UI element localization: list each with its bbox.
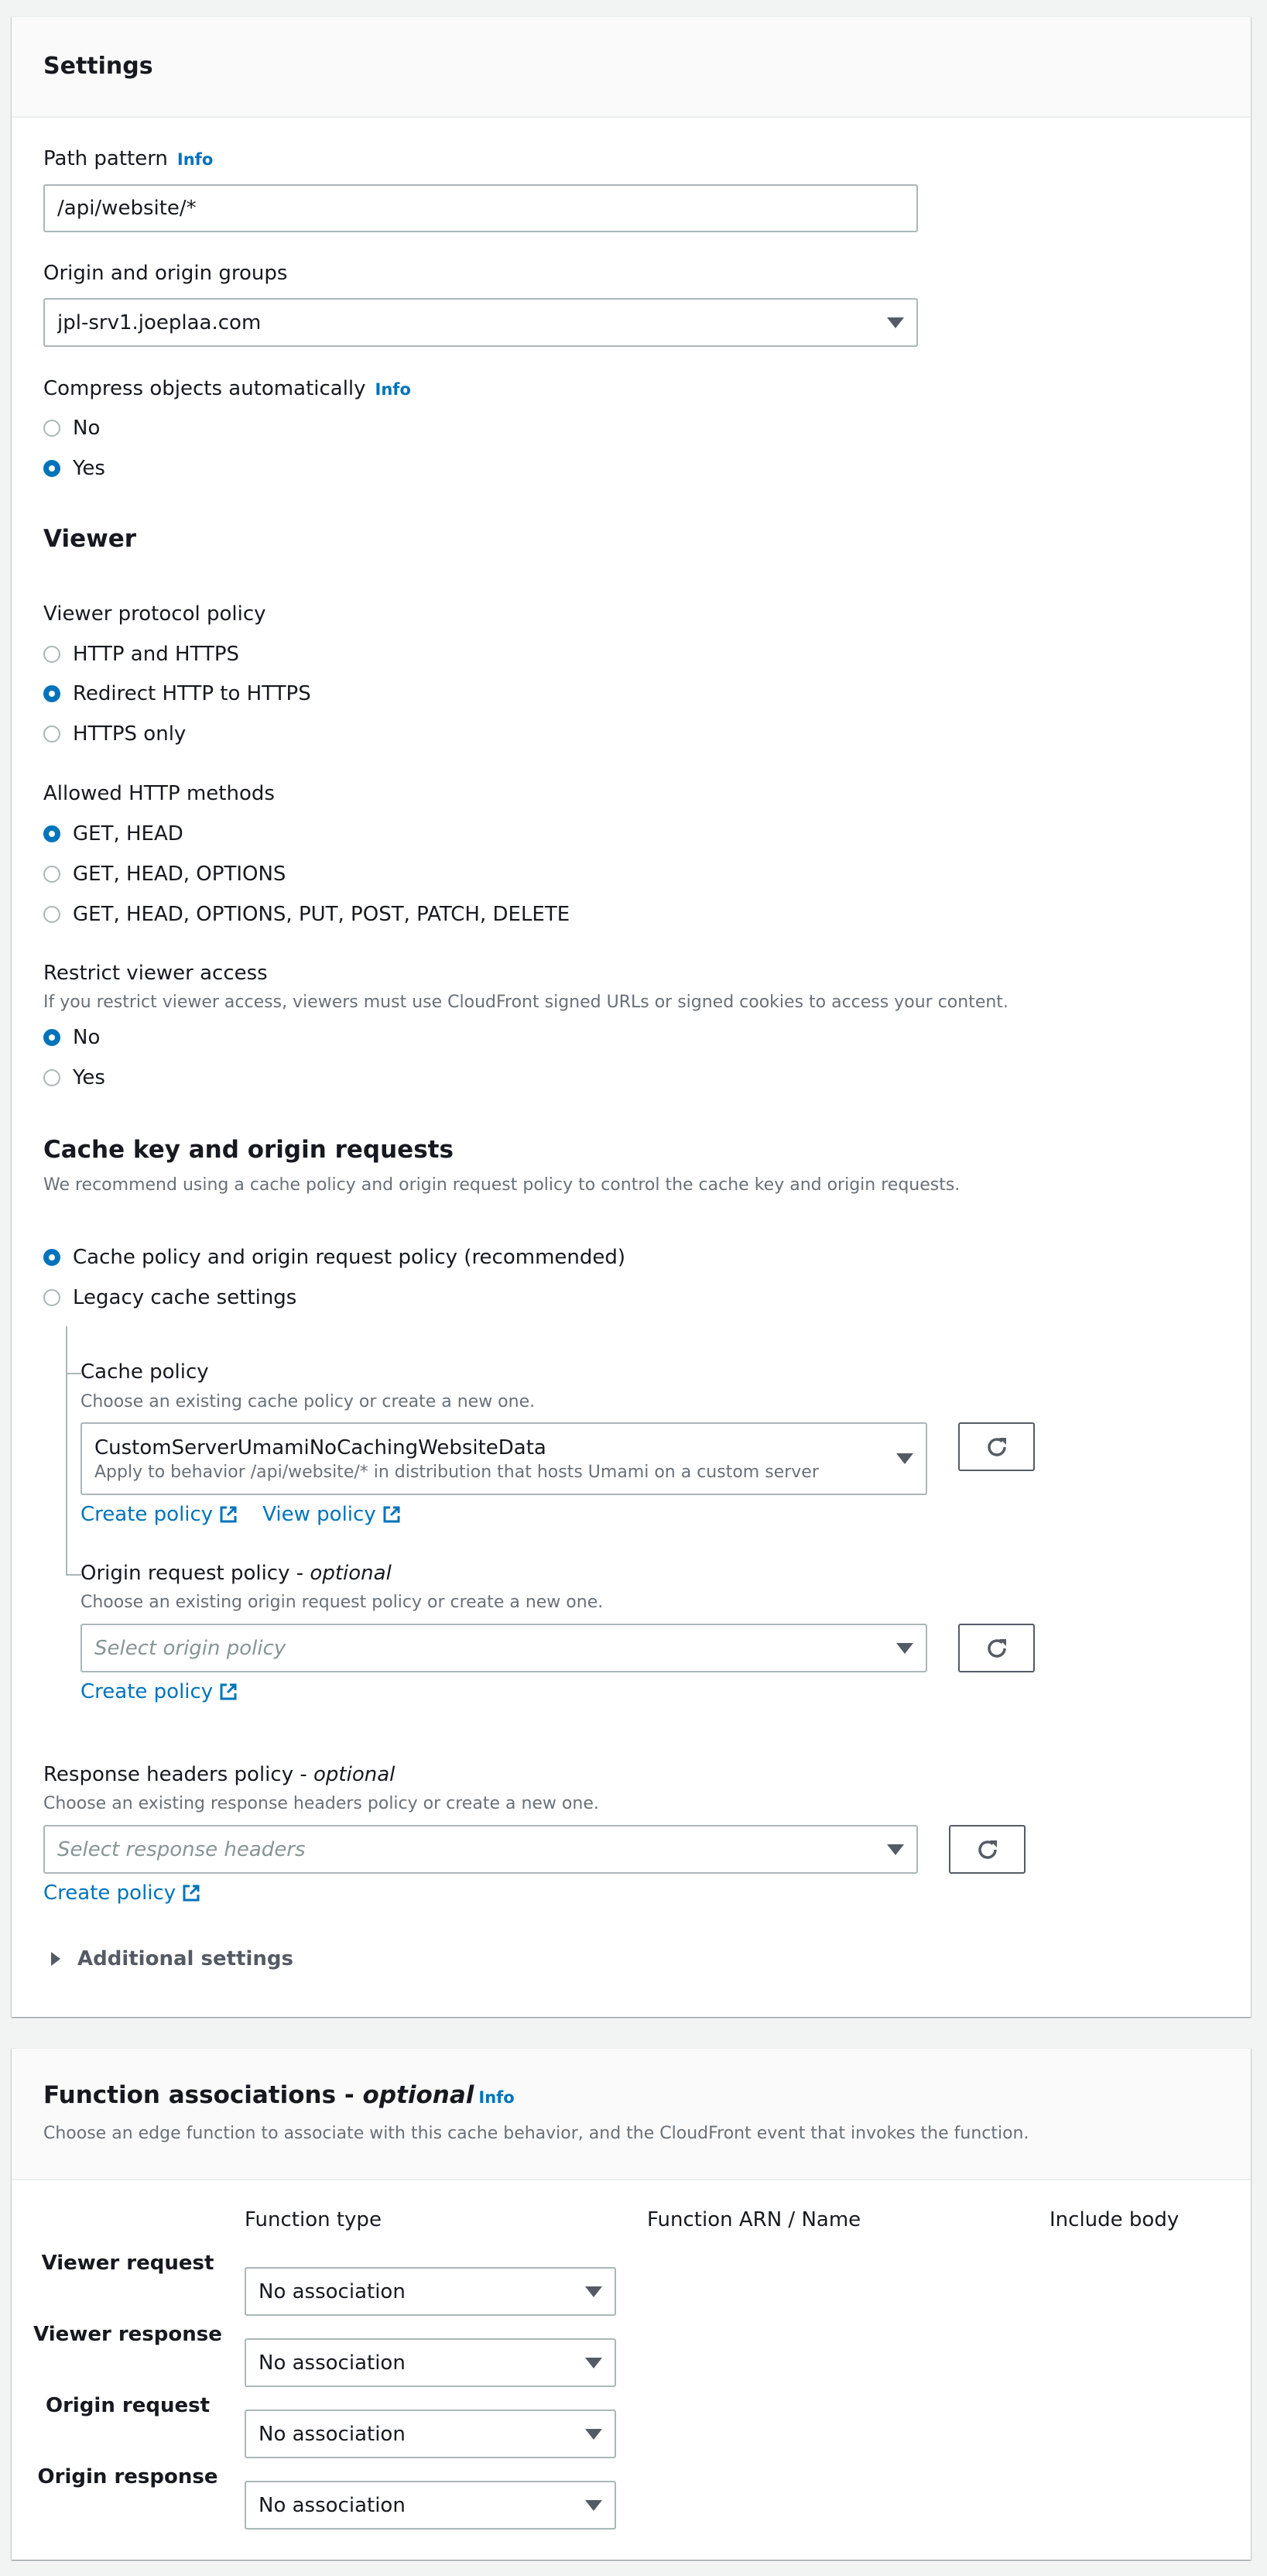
radio-icon xyxy=(43,725,60,743)
create-response-headers-policy-link[interactable]: Create policy xyxy=(43,1881,200,1905)
origin-select[interactable]: jpl-srv1.joeplaa.com xyxy=(43,298,918,347)
caret-right-icon xyxy=(51,1952,60,1966)
cache-key-heading: Cache key and origin requests xyxy=(43,1136,454,1164)
function-associations-description: Choose an edge function to associate wit… xyxy=(43,2124,1029,2143)
settings-header: Settings xyxy=(12,17,1251,118)
tree-line xyxy=(66,1326,67,1576)
refresh-icon xyxy=(987,1638,1006,1658)
compress-label: Compress objects automatically Info xyxy=(43,377,411,400)
viewer-response-select[interactable]: No association xyxy=(245,2338,616,2387)
caret-down-icon xyxy=(887,1844,904,1855)
tree-branch xyxy=(66,1373,81,1374)
function-associations-panel: Function associations - optional Info Cho… xyxy=(12,2048,1251,2560)
restrict-option-no[interactable]: No xyxy=(43,1026,100,1049)
cache-option-policy[interactable]: Cache policy and origin request policy (… xyxy=(43,1246,625,1269)
allowed-methods-label: Allowed HTTP methods xyxy=(43,782,275,805)
cache-policy-refresh-button[interactable] xyxy=(958,1422,1035,1471)
function-associations-title: Function associations - optional Info xyxy=(43,2081,515,2109)
radio-selected-icon xyxy=(43,460,60,477)
function-associations-header: Function associations - optional Info Cho… xyxy=(12,2049,1251,2180)
caret-down-icon xyxy=(585,2499,602,2511)
compress-option-yes[interactable]: Yes xyxy=(43,457,105,480)
external-link-icon xyxy=(183,1885,200,1902)
radio-icon xyxy=(43,1289,60,1306)
create-cache-policy-link[interactable]: Create policy xyxy=(80,1503,238,1526)
methods-option-all[interactable]: GET, HEAD, OPTIONS, PUT, POST, PATCH, DE… xyxy=(43,903,570,926)
caret-down-icon xyxy=(585,2428,602,2440)
radio-selected-icon xyxy=(43,685,60,702)
row-label-origin-request: Origin request xyxy=(45,2394,211,2417)
column-header-function-arn: Function ARN / Name xyxy=(647,2208,861,2231)
view-cache-policy-link[interactable]: View policy xyxy=(262,1503,401,1526)
radio-selected-icon xyxy=(43,1249,60,1266)
origin-request-policy-select[interactable]: Select origin policy xyxy=(80,1624,927,1672)
origin-request-policy-label: Origin request policy - optional xyxy=(80,1562,392,1585)
settings-title: Settings xyxy=(43,53,153,80)
viewer-request-select[interactable]: No association xyxy=(245,2267,616,2316)
response-headers-policy-description: Choose an existing response headers poli… xyxy=(43,1794,599,1813)
radio-icon xyxy=(43,906,60,923)
protocol-option-http-https[interactable]: HTTP and HTTPS xyxy=(43,643,239,666)
row-label-viewer-request: Viewer request xyxy=(41,2252,214,2275)
cache-policy-links: Create policy View policy xyxy=(80,1503,401,1526)
caret-down-icon xyxy=(887,317,904,328)
methods-option-get-head[interactable]: GET, HEAD xyxy=(43,822,183,846)
cache-key-description: We recommend using a cache policy and or… xyxy=(43,1175,961,1195)
function-associations-info-link[interactable]: Info xyxy=(478,2088,514,2107)
refresh-icon xyxy=(978,1840,997,1859)
caret-down-icon xyxy=(585,2286,602,2297)
cache-policy-select[interactable]: CustomServerUmamiNoCachingWebsiteData Ap… xyxy=(80,1422,927,1495)
external-link-icon xyxy=(220,1683,237,1700)
path-pattern-info-link[interactable]: Info xyxy=(177,150,213,169)
tree-branch xyxy=(66,1574,81,1576)
path-pattern-input[interactable]: /api/website/* xyxy=(43,184,918,232)
radio-icon xyxy=(43,1069,60,1086)
row-label-viewer-response: Viewer response xyxy=(33,2323,222,2346)
create-origin-request-policy-link[interactable]: Create policy xyxy=(80,1680,238,1703)
restrict-access-label: Restrict viewer access xyxy=(43,962,268,985)
compress-info-link[interactable]: Info xyxy=(375,380,411,399)
protocol-option-redirect[interactable]: Redirect HTTP to HTTPS xyxy=(43,682,311,705)
column-header-include-body: Include body xyxy=(1050,2208,1180,2231)
viewer-protocol-policy-label: Viewer protocol policy xyxy=(43,602,266,626)
viewer-heading: Viewer xyxy=(43,525,137,553)
methods-option-get-head-options[interactable]: GET, HEAD, OPTIONS xyxy=(43,863,286,886)
response-headers-policy-select[interactable]: Select response headers xyxy=(43,1825,918,1874)
path-pattern-label: Path pattern Info xyxy=(43,147,214,170)
protocol-option-https-only[interactable]: HTTPS only xyxy=(43,722,186,746)
row-label-origin-response: Origin response xyxy=(37,2465,218,2489)
column-header-function-type: Function type xyxy=(245,2208,382,2231)
cache-policy-value: CustomServerUmamiNoCachingWebsiteData xyxy=(94,1435,546,1460)
cache-policy-value-description: Apply to behavior /api/website/* in dist… xyxy=(94,1462,819,1482)
response-headers-refresh-button[interactable] xyxy=(949,1825,1026,1874)
external-link-icon xyxy=(383,1506,400,1523)
origin-request-select[interactable]: No association xyxy=(245,2410,616,2458)
caret-down-icon xyxy=(896,1642,913,1654)
cache-option-legacy[interactable]: Legacy cache settings xyxy=(43,1286,296,1309)
refresh-icon xyxy=(987,1437,1006,1456)
radio-selected-icon xyxy=(43,1029,60,1046)
additional-settings-toggle[interactable]: Additional settings xyxy=(51,1947,293,1971)
origin-request-policy-description: Choose an existing origin request policy… xyxy=(80,1593,604,1612)
radio-icon xyxy=(43,646,60,663)
cache-policy-description: Choose an existing cache policy or creat… xyxy=(80,1392,536,1411)
origin-request-policy-refresh-button[interactable] xyxy=(958,1624,1035,1672)
external-link-icon xyxy=(220,1506,237,1523)
radio-selected-icon xyxy=(43,825,60,842)
cache-policy-label: Cache policy xyxy=(80,1360,209,1384)
caret-down-icon xyxy=(896,1453,913,1464)
response-headers-policy-label: Response headers policy - optional xyxy=(43,1763,396,1786)
caret-down-icon xyxy=(585,2357,602,2368)
settings-panel: Settings Path pattern Info /api/website/*… xyxy=(12,16,1251,2017)
radio-icon xyxy=(43,420,60,437)
origin-response-select[interactable]: No association xyxy=(245,2481,616,2530)
origin-label: Origin and origin groups xyxy=(43,262,288,285)
restrict-option-yes[interactable]: Yes xyxy=(43,1066,105,1089)
compress-option-no[interactable]: No xyxy=(43,417,100,440)
radio-icon xyxy=(43,866,60,883)
restrict-access-description: If you restrict viewer access, viewers m… xyxy=(43,993,1008,1012)
